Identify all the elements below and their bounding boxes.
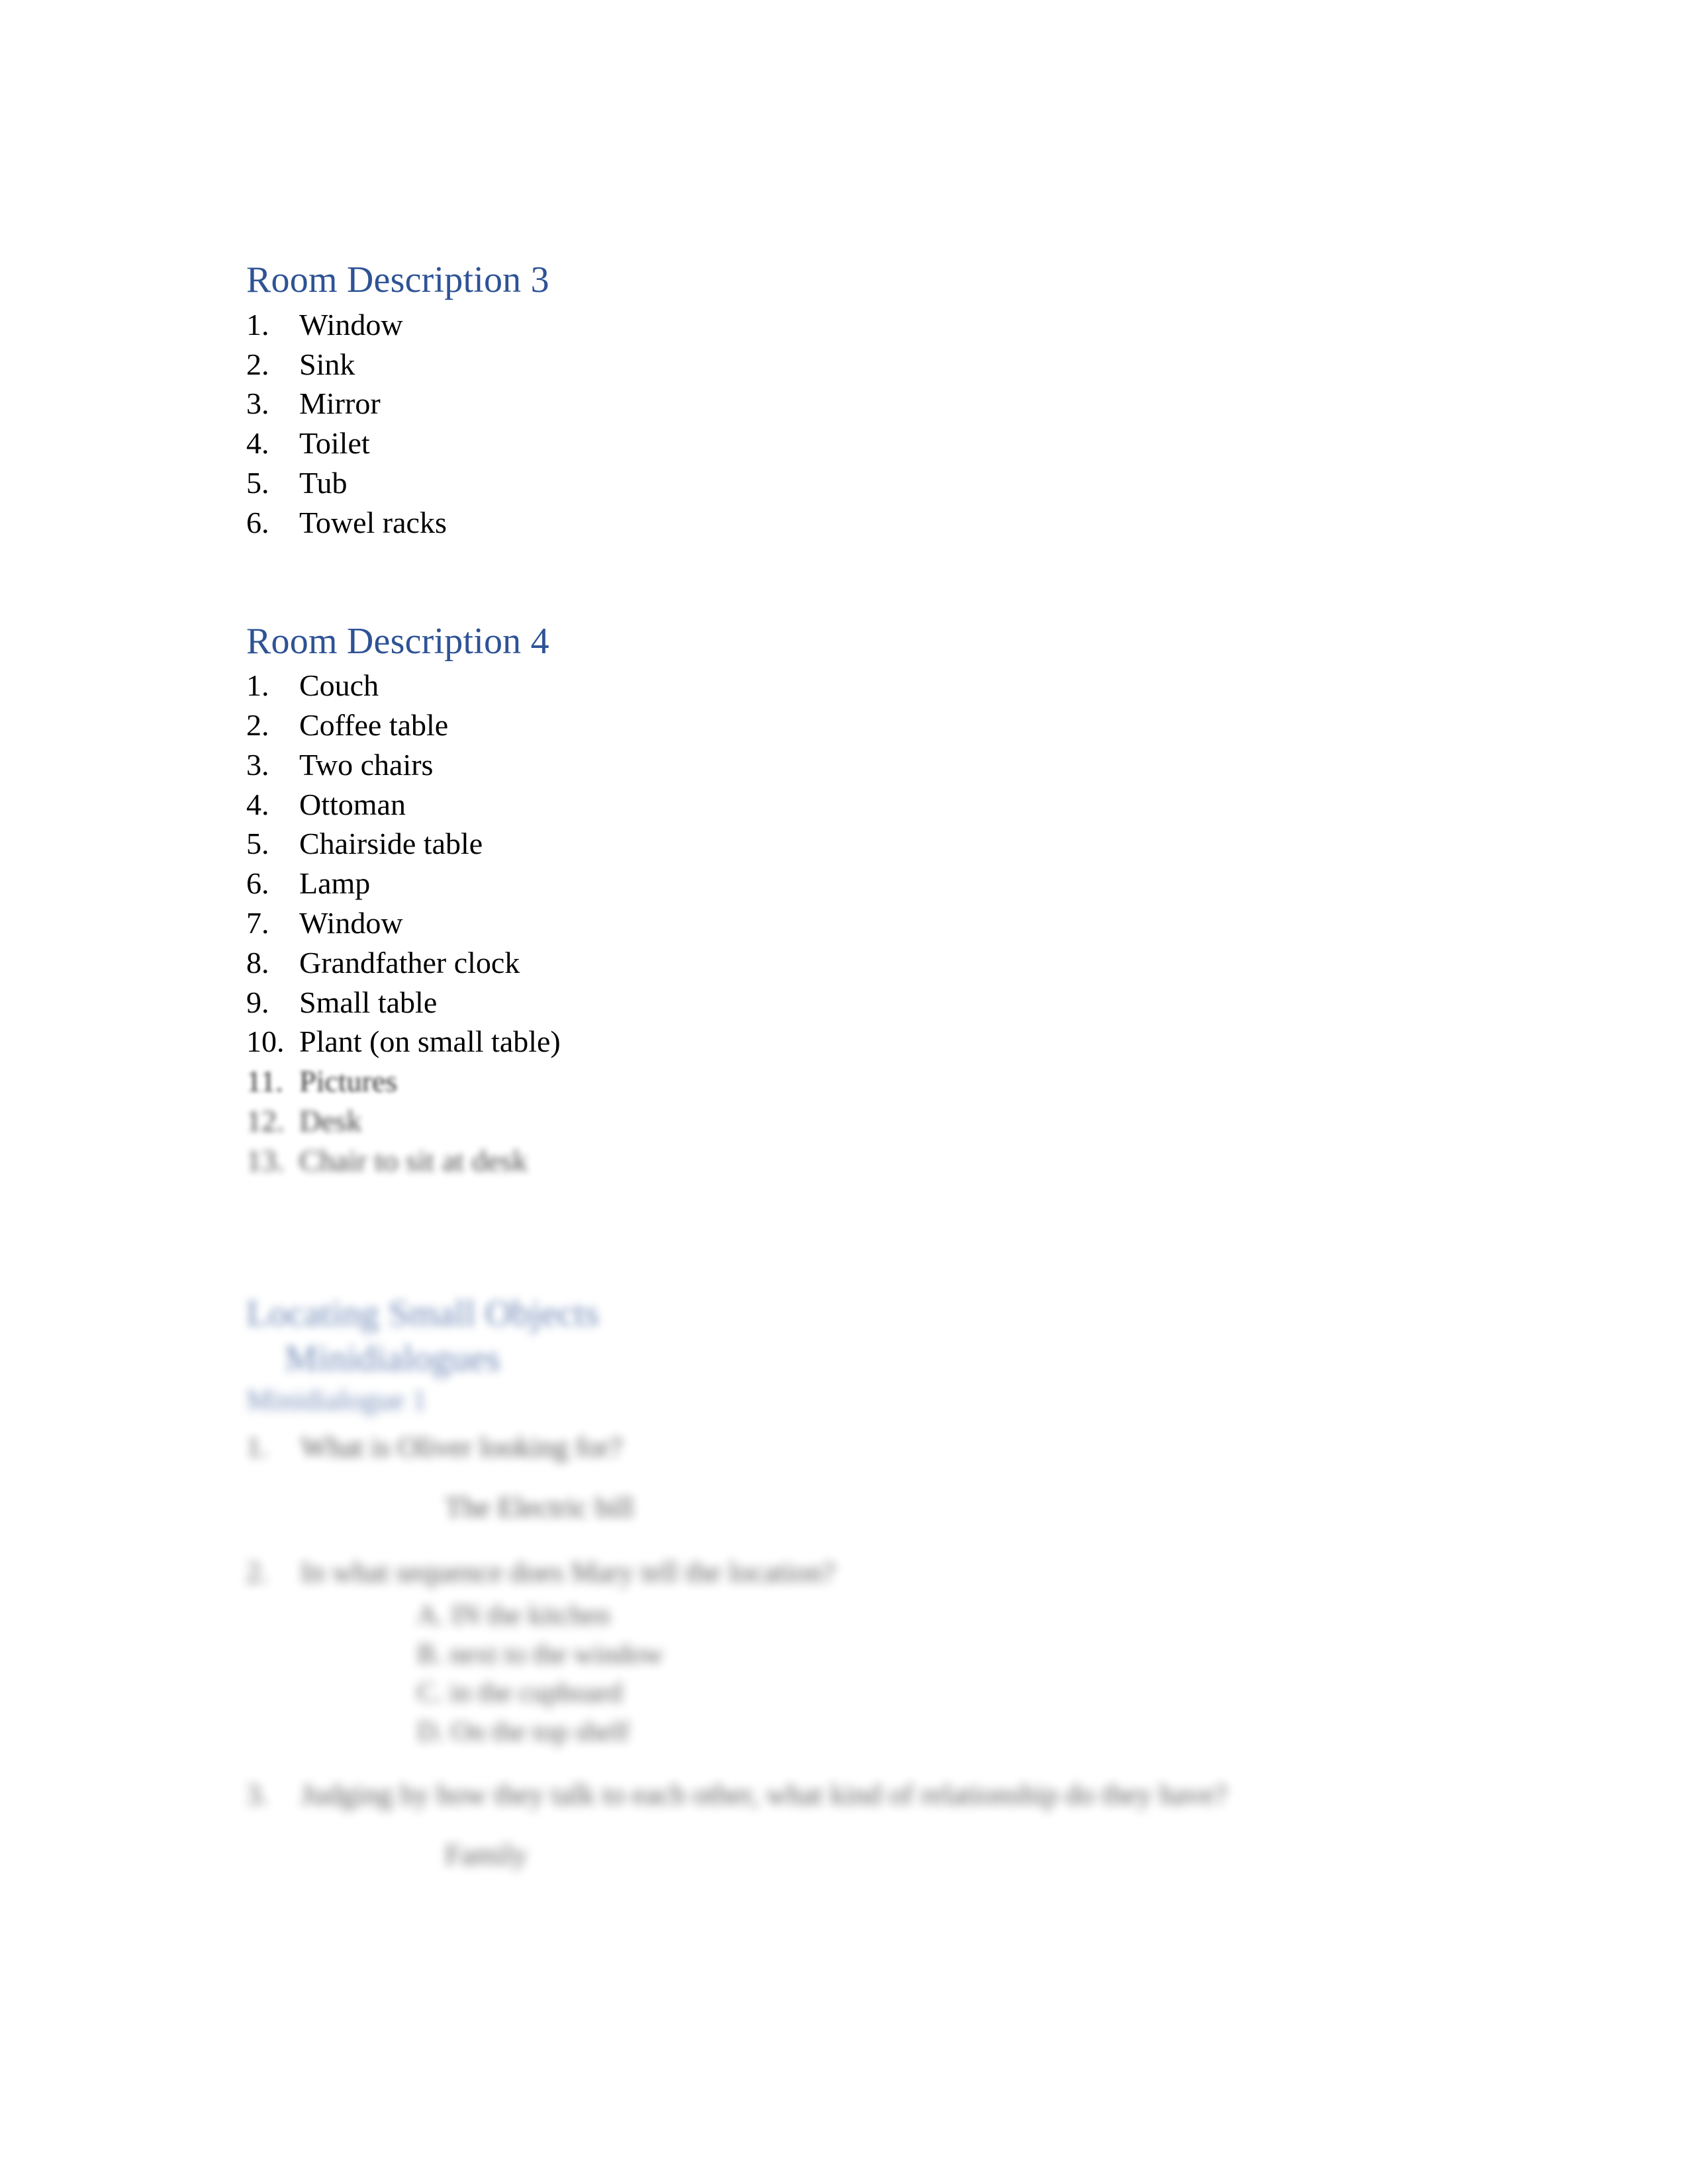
answer-choice: D. On the top shelf [417,1717,630,1748]
list-item-label: Two chairs [299,747,434,782]
question-number: 1. [246,1431,268,1464]
list-item: 2. Coffee table [246,705,1444,745]
list-item-number: 6. [246,505,269,539]
list-item-label: Chair to sit at desk [299,1143,528,1177]
list-item: 8. Grandfather clock [246,943,1444,983]
list-item-number: 12. [246,1103,285,1138]
list-item: 13. Chair to sit at desk [246,1141,1444,1181]
list-item-label: Desk [299,1103,362,1138]
list-item-label: Towel racks [299,505,447,539]
document-page: Room Description 3 1. Window 2. Sink 3. … [0,0,1688,2184]
list-item: 1. Couch [246,666,1444,705]
room-description-3-list: 1. Window 2. Sink 3. Mirror 4. Toilet 5.… [246,305,1444,543]
list-item-number: 4. [246,426,269,461]
question-text: What is Oliver looking for? [301,1431,623,1464]
answer-choice: B. next to the window [417,1639,664,1670]
list-item: 11. Pictures [246,1062,1444,1101]
list-item: 3. Two chairs [246,745,1444,785]
list-item: 12. Desk [246,1101,1444,1141]
list-item-number: 3. [246,747,269,782]
room-description-4-list: 1. Couch 2. Coffee table 3. Two chairs 4… [246,666,1444,1180]
question-text: Judging by how they talk to each other, … [301,1778,1227,1811]
list-item-number: 11. [246,1064,283,1099]
heading-minidialogue-1: Minidialogue 1 [246,1384,427,1417]
list-item: 3. Mirror [246,384,1444,424]
list-item-number: 7. [246,906,269,940]
list-item-number: 5. [246,465,269,500]
list-item-number: 8. [246,945,269,979]
question-row: 2. In what sequence does Mary tell the l… [246,1553,1444,1591]
list-item: 4. Ottoman [246,785,1444,825]
list-item: 10. Plant (on small table) [246,1022,1444,1062]
list-item: 4. Toilet [246,424,1444,463]
list-item: 2. Sink [246,345,1444,385]
heading-room-description-4: Room Description 4 [246,620,549,662]
question-answer: The Electric bill [445,1491,634,1524]
list-item-number: 10. [246,1024,285,1059]
heading-room-description-3: Room Description 3 [246,259,549,300]
question-number: 2. [246,1555,268,1588]
list-item-label: Window [299,906,403,940]
question-answer: Family [445,1839,528,1872]
question-row: 1. What is Oliver looking for? [246,1428,1444,1466]
list-item-number: 1. [246,307,269,341]
list-item-label: Toilet [299,426,370,461]
list-item: 5. Tub [246,463,1444,503]
list-item-label: Plant (on small table) [299,1024,561,1059]
list-item-label: Mirror [299,387,381,421]
list-item-label: Coffee table [299,708,449,743]
heading-minidialogues: Minidialogues [285,1338,501,1380]
list-item-label: Lamp [299,866,371,901]
list-item-label: Small table [299,985,438,1019]
list-item-label: Ottoman [299,787,406,821]
list-item-number: 4. [246,787,269,821]
heading-locating-small-objects: Locating Small Objects [246,1293,600,1334]
list-item-label: Window [299,307,403,341]
list-item: 9. Small table [246,983,1444,1023]
minidialogue-questions: 1. What is Oliver looking for? The Elect… [246,1428,1444,1874]
list-item-number: 5. [246,827,269,861]
list-item-label: Grandfather clock [299,945,520,979]
list-item-number: 6. [246,866,269,901]
list-item-number: 9. [246,985,269,1019]
question-number: 3. [246,1778,268,1811]
list-item-number: 1. [246,668,269,703]
question-row: 3. Judging by how they talk to each othe… [246,1776,1444,1813]
list-item-label: Sink [299,347,355,381]
question-text: In what sequence does Mary tell the loca… [301,1555,835,1588]
answer-choice: C. in the cupboard [417,1678,623,1709]
list-item-number: 3. [246,387,269,421]
list-item: 7. Window [246,903,1444,943]
list-item-label: Tub [299,465,348,500]
list-item-number: 13. [246,1143,285,1177]
answer-choices: A. IN the kitchen B. next to the window … [246,1596,1444,1752]
answer-choice: A. IN the kitchen [417,1600,610,1631]
list-item-label: Couch [299,668,379,703]
list-item: 6. Lamp [246,864,1444,903]
list-item: 6. Towel racks [246,503,1444,543]
list-item: 5. Chairside table [246,824,1444,864]
list-item-label: Chairside table [299,827,483,861]
list-item: 1. Window [246,305,1444,345]
list-item-label: Pictures [299,1064,398,1099]
list-item-number: 2. [246,708,269,743]
document-content: Room Description 3 1. Window 2. Sink 3. … [246,259,1444,1900]
list-item-number: 2. [246,347,269,381]
question-spacer [246,1752,1444,1776]
